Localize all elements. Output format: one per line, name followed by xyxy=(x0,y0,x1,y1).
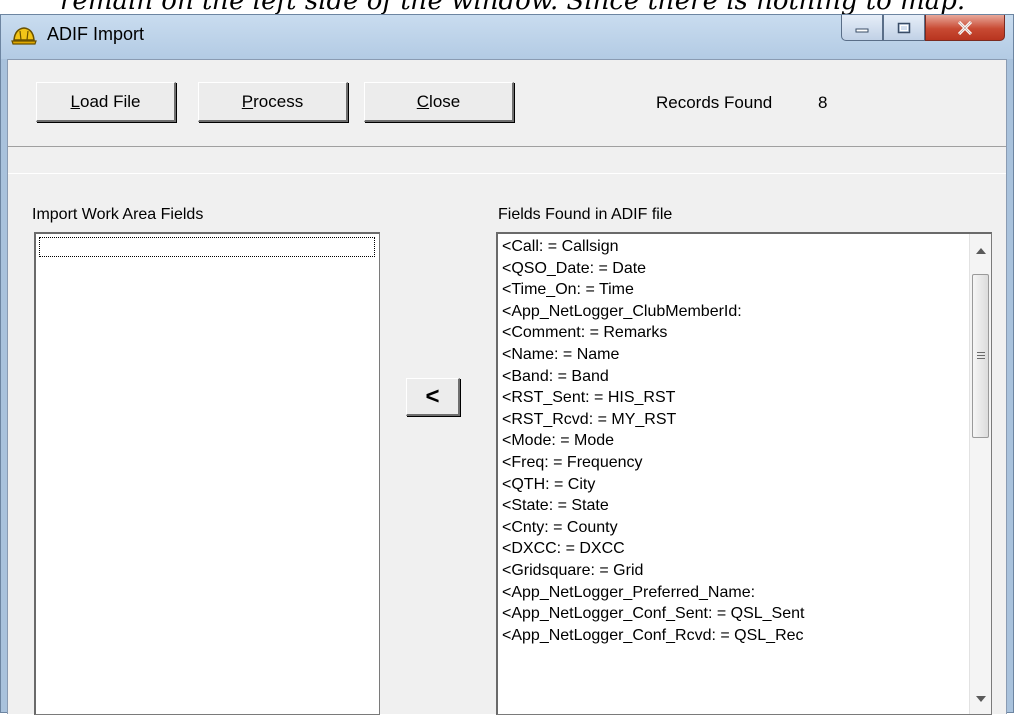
minimize-icon xyxy=(855,28,869,32)
load-file-label: oad File xyxy=(79,91,141,111)
close-mnemonic: C xyxy=(416,91,430,111)
adif-import-window: ADIF Import Load File Process Close Reco… xyxy=(0,14,1014,715)
status-separator xyxy=(8,146,1006,174)
adif-field-item[interactable]: <Time_On: = Time xyxy=(502,279,804,301)
adif-field-item[interactable]: <Band: = Band xyxy=(502,366,804,388)
adif-field-item[interactable]: <Freq: = Frequency xyxy=(502,452,804,474)
adif-field-item[interactable]: <Comment: = Remarks xyxy=(502,322,804,344)
hardhat-icon xyxy=(11,27,37,45)
adif-field-item[interactable]: <Gridsquare: = Grid xyxy=(502,560,804,582)
grip-line xyxy=(977,355,985,356)
adif-field-item[interactable]: <RST_Sent: = HIS_RST xyxy=(502,387,804,409)
load-file-button[interactable]: Load File xyxy=(36,82,176,122)
scroll-down-arrow-icon[interactable] xyxy=(976,696,986,702)
records-found-count: 8 xyxy=(818,93,828,112)
adif-fields-list: <Call: = Callsign <QSO_Date: = Date <Time_… xyxy=(502,236,804,646)
move-field-left-button[interactable]: < xyxy=(406,378,460,416)
grip-line xyxy=(977,352,985,353)
adif-field-item[interactable]: <State: = State xyxy=(502,495,804,517)
adif-fields-label: Fields Found in ADIF file xyxy=(498,206,673,223)
close-button[interactable]: Close xyxy=(364,82,514,122)
import-work-area-listbox[interactable] xyxy=(34,232,380,715)
adif-field-item[interactable]: <App_NetLogger_ClubMemberId: xyxy=(502,301,804,323)
maximize-icon xyxy=(897,22,911,33)
minimize-button[interactable] xyxy=(841,15,883,41)
title-bar[interactable]: ADIF Import xyxy=(1,15,1013,59)
process-button[interactable]: Process xyxy=(198,82,348,122)
adif-field-item[interactable]: <QSO_Date: = Date xyxy=(502,258,804,280)
adif-field-item[interactable]: <Name: = Name xyxy=(502,344,804,366)
load-file-mnemonic: L xyxy=(70,91,80,111)
adif-fields-listbox[interactable]: <Call: = Callsign <QSO_Date: = Date <Time_… xyxy=(496,232,992,715)
adif-field-item[interactable]: <App_NetLogger_Conf_Rcvd: = QSL_Rec xyxy=(502,625,804,647)
dialog-client-area: Load File Process Close Records Found 8 … xyxy=(7,59,1007,715)
window-title: ADIF Import xyxy=(47,24,145,44)
process-mnemonic: P xyxy=(241,91,254,111)
process-label: rocess xyxy=(253,91,304,111)
import-work-area-label: Import Work Area Fields xyxy=(32,206,204,223)
close-window-button[interactable] xyxy=(925,15,1005,41)
grip-line xyxy=(977,358,985,359)
scroll-thumb[interactable] xyxy=(972,274,989,438)
adif-field-item[interactable]: <Call: = Callsign xyxy=(502,236,804,258)
focus-rectangle xyxy=(39,237,375,257)
adif-field-item[interactable]: <RST_Rcvd: = MY_RST xyxy=(502,409,804,431)
adif-field-item[interactable]: <QTH: = City xyxy=(502,474,804,496)
close-icon xyxy=(957,20,973,35)
move-left-label: < xyxy=(425,382,440,410)
vertical-scrollbar[interactable] xyxy=(969,234,991,714)
maximize-button[interactable] xyxy=(883,15,925,41)
adif-field-item[interactable]: <Cnty: = County xyxy=(502,517,804,539)
adif-field-item[interactable]: <Mode: = Mode xyxy=(502,430,804,452)
scroll-up-arrow-icon[interactable] xyxy=(976,248,986,254)
adif-field-item[interactable]: <App_NetLogger_Preferred_Name: xyxy=(502,582,804,604)
close-label: lose xyxy=(429,91,461,111)
records-found-label: Records Found xyxy=(656,93,773,112)
adif-field-item[interactable]: <DXCC: = DXCC xyxy=(502,538,804,560)
adif-field-item[interactable]: <App_NetLogger_Conf_Sent: = QSL_Sent xyxy=(502,603,804,625)
